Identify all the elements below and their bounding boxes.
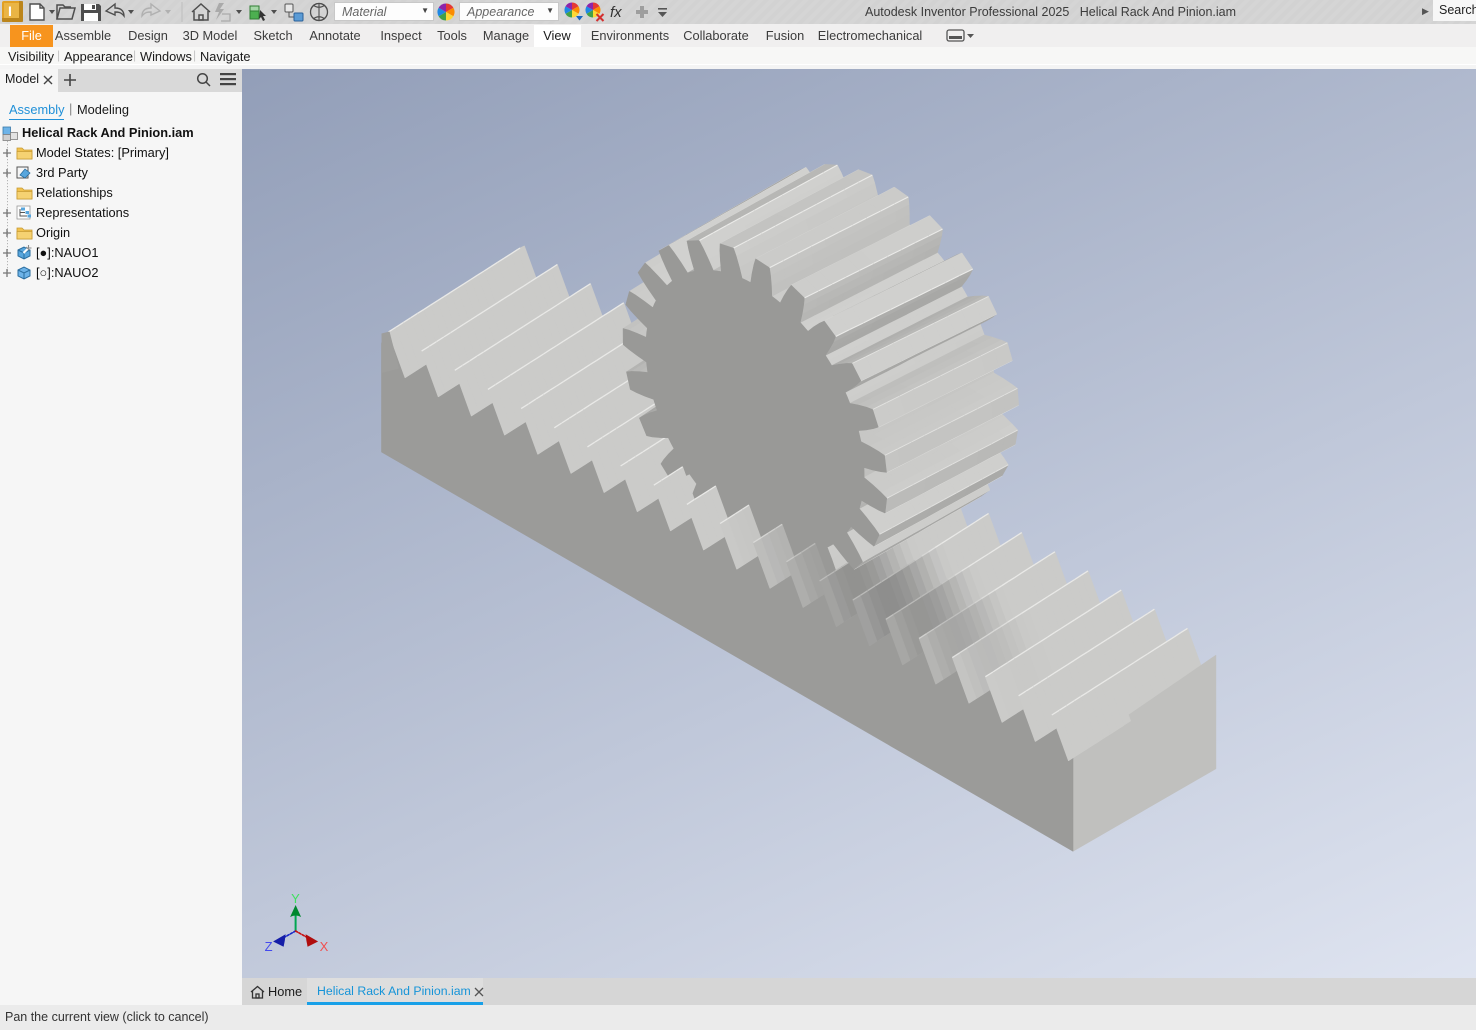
svg-text:Helical Rack And Pinion.iam: Helical Rack And Pinion.iam (22, 125, 194, 140)
svg-text:X: X (320, 939, 329, 954)
svg-text:[●]:NAUO1: [●]:NAUO1 (36, 245, 99, 260)
svg-text:Y: Y (291, 891, 300, 906)
svg-text:Relationships: Relationships (36, 185, 113, 200)
svg-text:fx: fx (610, 4, 622, 21)
svg-text:Z: Z (265, 939, 273, 954)
svg-text:Origin: Origin (36, 225, 70, 240)
svg-text:I: I (8, 3, 12, 19)
svg-text:3rd Party: 3rd Party (36, 165, 89, 180)
svg-text:[○]:NAUO2: [○]:NAUO2 (36, 265, 99, 280)
svg-text:Model States: [Primary]: Model States: [Primary] (36, 145, 169, 160)
svg-text:Representations: Representations (36, 205, 129, 220)
